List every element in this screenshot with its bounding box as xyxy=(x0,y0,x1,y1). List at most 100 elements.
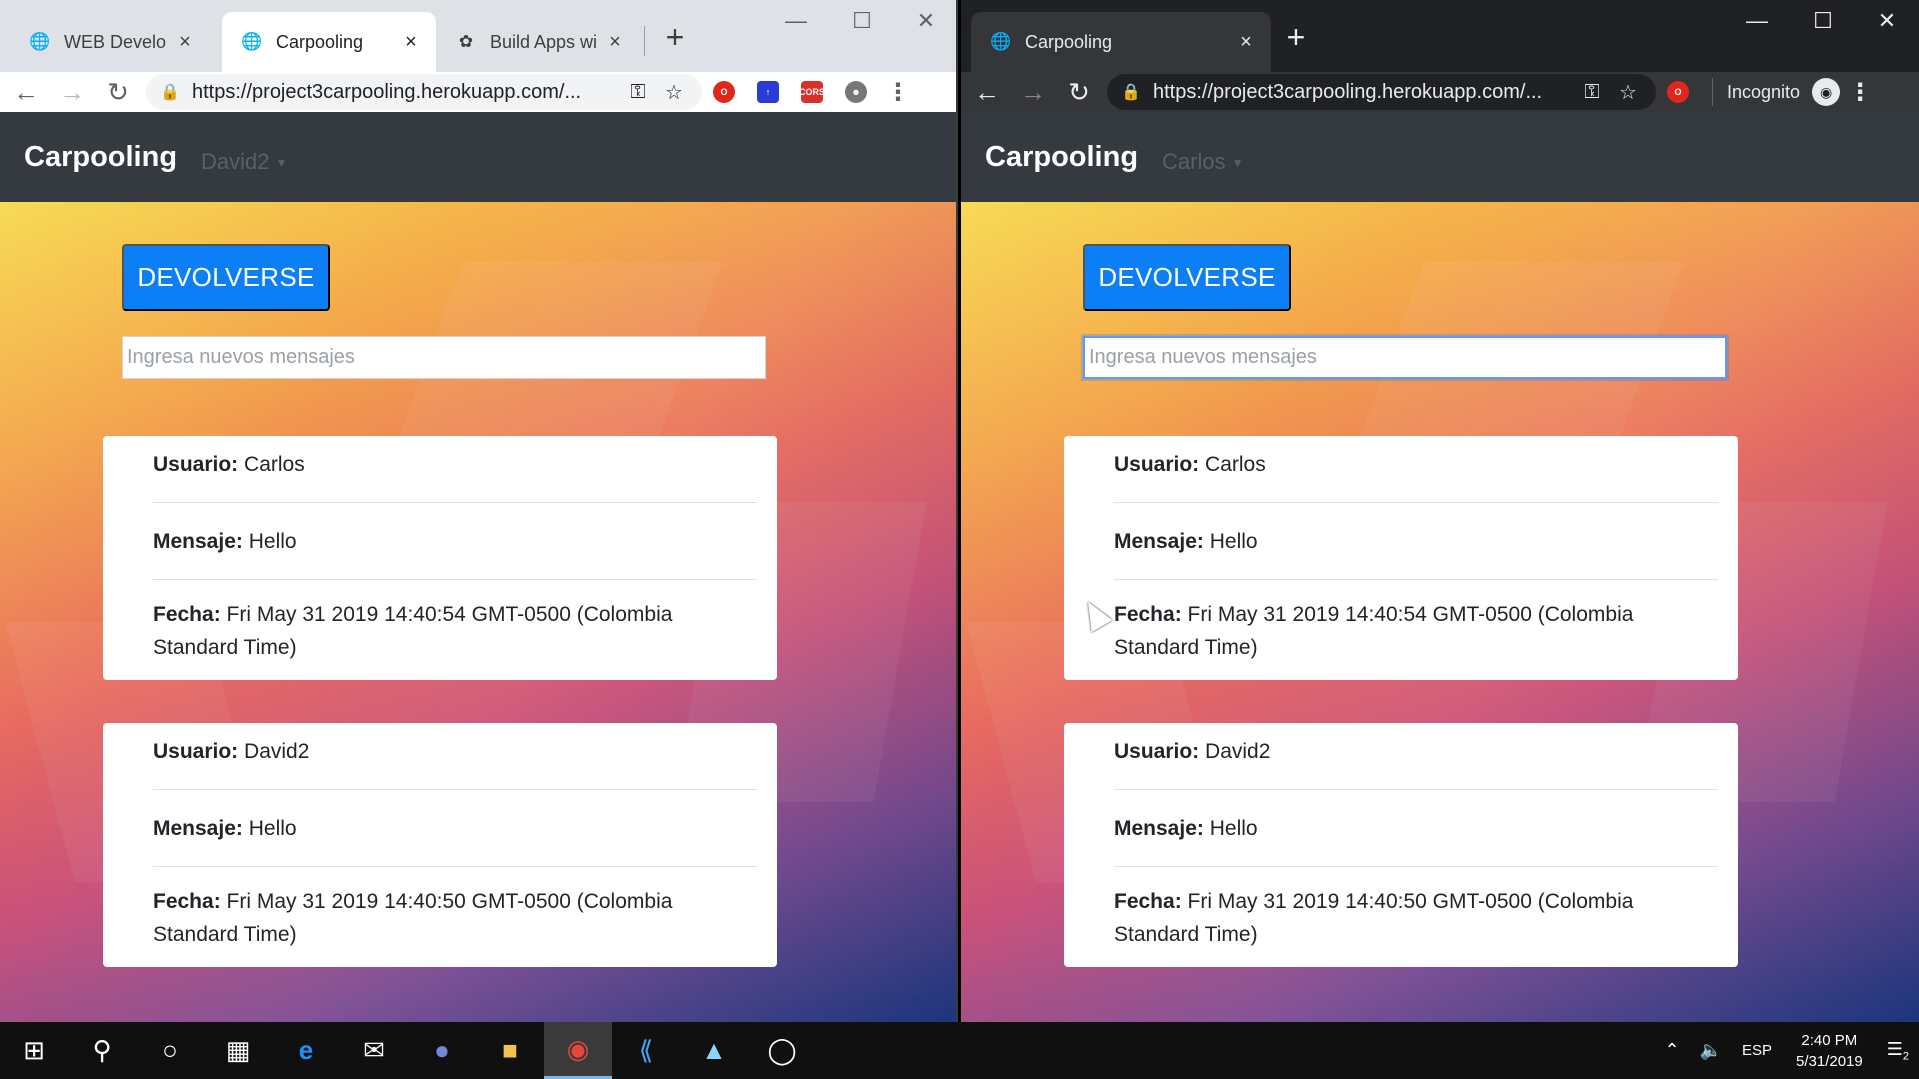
message-card: Usuario: Carlos Mensaje: Hello Fecha: Fr… xyxy=(1064,436,1738,680)
card-mensaje-row: Mensaje: Hello xyxy=(1114,790,1718,867)
forward-arrow-icon[interactable]: → xyxy=(1013,74,1053,110)
language-indicator[interactable]: ESP xyxy=(1732,1042,1782,1059)
brand-title[interactable]: Carpooling xyxy=(24,141,177,174)
globe-icon: 🌐 xyxy=(241,32,263,51)
tab-strip: 🌐 WEB Developm × 🌐 Carpooling × ✿ Build … xyxy=(0,0,956,72)
star-icon[interactable]: ☆ xyxy=(656,80,692,105)
tab-build-apps[interactable]: ✿ Build Apps with × xyxy=(436,12,640,72)
tab-title: WEB Developm xyxy=(64,31,166,52)
vscode-icon[interactable]: ⟪ xyxy=(612,1022,680,1079)
mensaje-label: Mensaje: xyxy=(1114,530,1204,553)
cors-extension-icon[interactable]: CORS xyxy=(790,74,834,110)
incognito-indicator[interactable]: Incognito ◉ xyxy=(1712,78,1841,106)
volume-icon[interactable]: 🔈 xyxy=(1690,1040,1732,1061)
star-icon[interactable]: ☆ xyxy=(1610,80,1646,105)
mensaje-label: Mensaje: xyxy=(1114,817,1204,840)
card-mensaje-row: Mensaje: Hello xyxy=(153,790,757,867)
message-card: Usuario: David2 Mensaje: Hello Fecha: Fr… xyxy=(103,723,777,967)
incognito-label: Incognito xyxy=(1727,81,1801,102)
fecha-label: Fecha: xyxy=(1114,890,1182,913)
reload-icon[interactable]: ↻ xyxy=(1059,74,1099,110)
usuario-value: Carlos xyxy=(1205,453,1266,476)
edge-icon[interactable]: e xyxy=(272,1022,340,1079)
notification-center-icon[interactable]: ☰2 xyxy=(1877,1039,1919,1063)
minimize-button[interactable]: — xyxy=(1729,6,1785,36)
card-mensaje-row: Mensaje: Hello xyxy=(1114,503,1718,580)
polygon-background: DEVOLVERSE Usuario: Carlos Mensaje: Hell… xyxy=(0,202,956,1022)
close-tab-icon[interactable]: × xyxy=(400,31,422,53)
address-bar[interactable]: 🔒 https://project3carpooling.herokuapp.c… xyxy=(1107,74,1656,110)
card-usuario-row: Usuario: David2 xyxy=(1114,723,1718,790)
new-tab-button[interactable]: + xyxy=(1279,19,1313,55)
app-navbar: Carpooling David2 ▼ xyxy=(0,112,956,202)
app-icon[interactable]: ▲ xyxy=(680,1022,748,1079)
obs-icon[interactable]: ◯ xyxy=(748,1022,816,1079)
clock[interactable]: 2:40 PM 5/31/2019 xyxy=(1782,1030,1877,1072)
caret-down-icon: ▼ xyxy=(275,156,288,171)
opera-extension-icon[interactable]: O xyxy=(702,74,746,110)
incognito-icon: ◉ xyxy=(1812,78,1841,106)
close-tab-icon[interactable]: × xyxy=(1235,31,1257,53)
lock-icon: 🔒 xyxy=(160,84,180,101)
forward-arrow-icon[interactable]: → xyxy=(52,74,92,110)
globe-icon: 🌐 xyxy=(29,32,51,51)
brand-title[interactable]: Carpooling xyxy=(985,141,1138,174)
maximize-button[interactable]: ☐ xyxy=(834,6,890,36)
new-message-input[interactable] xyxy=(1083,336,1727,379)
card-usuario-row: Usuario: David2 xyxy=(153,723,757,790)
caret-down-icon: ▼ xyxy=(1231,156,1244,171)
card-mensaje-row: Mensaje: Hello xyxy=(153,503,757,580)
chrome-window-left: 🌐 WEB Developm × 🌐 Carpooling × ✿ Build … xyxy=(0,0,958,1022)
address-bar[interactable]: 🔒 https://project3carpooling.herokuapp.c… xyxy=(146,74,702,110)
chevron-up-icon[interactable]: ⌃ xyxy=(1654,1040,1689,1061)
chrome-icon[interactable]: ◉ xyxy=(544,1022,612,1079)
windows-taskbar: ⊞ ⚲ ○ ▦ e ✉ ● ■ ◉ ⟪ ▲ ◯ ⌃ 🔈 ESP 2:40 PM … xyxy=(0,1022,1919,1079)
tab-title: Build Apps with xyxy=(490,31,596,52)
tab-web-development[interactable]: 🌐 WEB Developm × xyxy=(10,12,210,72)
url-text: https://project3carpooling.herokuapp.com… xyxy=(192,80,582,103)
reload-icon[interactable]: ↻ xyxy=(98,74,138,110)
message-card: Usuario: David2 Mensaje: Hello Fecha: Fr… xyxy=(1064,723,1738,967)
mensaje-value: Hello xyxy=(248,530,297,553)
mensaje-label: Mensaje: xyxy=(153,817,243,840)
minimize-button[interactable]: — xyxy=(768,6,824,36)
usuario-value: David2 xyxy=(244,740,310,763)
card-fecha-row: Fecha: Fri May 31 2019 14:40:54 GMT-0500… xyxy=(1114,580,1718,680)
user-dropdown[interactable]: David2 ▼ xyxy=(201,149,287,175)
mail-icon[interactable]: ✉ xyxy=(340,1022,408,1079)
devolverse-button[interactable]: DEVOLVERSE xyxy=(122,244,330,311)
clock-time: 2:40 PM xyxy=(1801,1031,1858,1049)
card-usuario-row: Usuario: Carlos xyxy=(1114,436,1718,503)
page-viewport: Carpooling David2 ▼ DEVOLVERSE Usuario: C… xyxy=(0,112,956,1022)
windows-start-icon[interactable]: ⊞ xyxy=(0,1022,68,1079)
chrome-menu-icon[interactable]: ⋮ xyxy=(878,74,918,110)
close-tab-icon[interactable]: × xyxy=(174,31,196,53)
file-explorer-icon[interactable]: ■ xyxy=(476,1022,544,1079)
close-tab-icon[interactable]: × xyxy=(604,31,626,53)
mensaje-value: Hello xyxy=(1209,530,1258,553)
user-dropdown[interactable]: Carlos ▼ xyxy=(1162,149,1243,175)
task-view-icon[interactable]: ▦ xyxy=(204,1022,272,1079)
new-tab-button[interactable]: + xyxy=(658,19,692,55)
profile-avatar-icon[interactable]: ☻ xyxy=(834,74,878,110)
tab-carpooling[interactable]: 🌐 Carpooling × xyxy=(971,12,1271,72)
back-arrow-icon[interactable]: ← xyxy=(967,74,1007,110)
chrome-menu-icon[interactable]: ⋮ xyxy=(1840,74,1880,110)
tab-strip: 🌐 Carpooling × + — ☐ ✕ xyxy=(961,0,1919,72)
cortana-icon[interactable]: ○ xyxy=(136,1022,204,1079)
tab-title: Carpooling xyxy=(276,31,364,52)
new-message-input[interactable] xyxy=(122,336,766,379)
discord-icon[interactable]: ● xyxy=(408,1022,476,1079)
search-icon[interactable]: ⚲ xyxy=(68,1022,136,1079)
key-icon[interactable]: ⚿ xyxy=(1574,81,1610,104)
tab-carpooling[interactable]: 🌐 Carpooling × xyxy=(222,12,436,72)
opera-extension-icon[interactable]: O xyxy=(1656,74,1700,110)
back-arrow-icon[interactable]: ← xyxy=(6,74,46,110)
fecha-value: Fri May 31 2019 14:40:54 GMT-0500 (Colom… xyxy=(153,603,673,659)
devolverse-button[interactable]: DEVOLVERSE xyxy=(1083,244,1291,311)
key-icon[interactable]: ⚿ xyxy=(620,81,656,104)
maximize-button[interactable]: ☐ xyxy=(1795,6,1851,36)
blue-extension-icon[interactable]: ↑ xyxy=(746,74,790,110)
close-window-button[interactable]: ✕ xyxy=(1859,6,1915,36)
close-window-button[interactable]: ✕ xyxy=(898,6,954,36)
